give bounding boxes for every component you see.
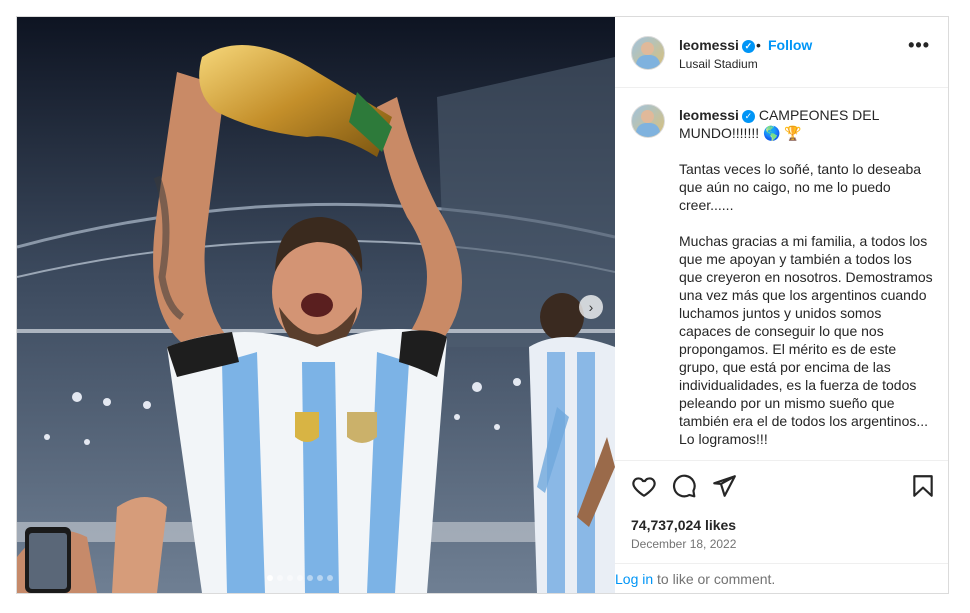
location-link[interactable]: Lusail Stadium: [679, 57, 758, 71]
bookmark-icon[interactable]: [910, 473, 936, 499]
author-username-row[interactable]: leomessi ✓: [679, 37, 755, 53]
comment-icon[interactable]: [671, 473, 697, 499]
chevron-right-icon: ›: [588, 299, 594, 315]
follow-button[interactable]: Follow: [768, 37, 812, 53]
heart-icon[interactable]: [631, 473, 657, 499]
carousel-dot: [307, 575, 313, 581]
author-username[interactable]: leomessi: [679, 37, 739, 53]
login-link[interactable]: Log in: [615, 571, 653, 587]
carousel-dot: [277, 575, 283, 581]
carousel-indicator: [267, 575, 333, 581]
post-date[interactable]: December 18, 2022: [631, 537, 736, 551]
post-header: leomessi ✓ • Follow Lusail Stadium •••: [615, 17, 948, 88]
verified-badge-icon: ✓: [741, 40, 755, 53]
separator-dot: •: [756, 37, 761, 53]
carousel-dot: [317, 575, 323, 581]
login-suffix: to like or comment.: [653, 571, 776, 587]
instagram-post: › leomessi ✓ • Follow Lusail Stadium ••• …: [16, 16, 949, 594]
caption-text: CAMPEONES DEL MUNDO!!!!!!! 🌎 🏆 Tantas ve…: [679, 107, 933, 447]
more-options-icon[interactable]: •••: [908, 35, 930, 56]
likes-count[interactable]: 74,737,024 likes: [631, 517, 736, 533]
verified-badge-icon: ✓: [741, 110, 755, 123]
carousel-dot: [327, 575, 333, 581]
caption-section: leomessi ✓ CAMPEONES DEL MUNDO!!!!!!! 🌎 🏆…: [615, 88, 948, 460]
carousel-dot: [267, 575, 273, 581]
avatar[interactable]: [631, 104, 665, 138]
action-bar: [615, 460, 948, 511]
caption: leomessi ✓ CAMPEONES DEL MUNDO!!!!!!! 🌎 🏆…: [679, 106, 934, 448]
login-prompt: Log in to like or comment.: [615, 563, 948, 594]
carousel-dot: [287, 575, 293, 581]
carousel-dot: [297, 575, 303, 581]
share-icon[interactable]: [711, 473, 737, 499]
photo-illustration: [17, 17, 615, 593]
carousel-next-button[interactable]: ›: [579, 295, 603, 319]
post-side-panel: leomessi ✓ • Follow Lusail Stadium ••• le…: [615, 17, 948, 593]
avatar[interactable]: [631, 36, 665, 70]
post-photo[interactable]: ›: [17, 17, 615, 593]
caption-username[interactable]: leomessi: [679, 107, 739, 123]
